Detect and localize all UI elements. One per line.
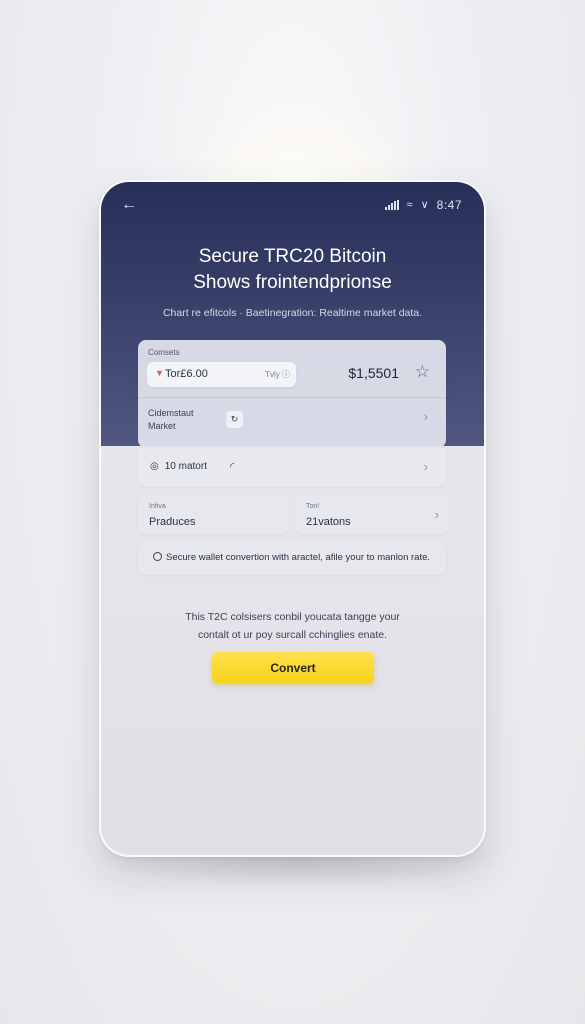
refresh-icon[interactable]: ↻ — [226, 411, 243, 428]
description-line-2: contalt ot ur poy surcall cchinglies ena… — [197, 629, 388, 641]
products-box[interactable]: Infiva Praduces — [138, 496, 289, 534]
chevron-right-icon[interactable]: › — [424, 459, 428, 474]
note-text: Secure wallet convertion with aractel, a… — [166, 552, 431, 563]
list-item[interactable]: ◎ 10 matort ◜ › — [138, 448, 446, 487]
box-value: Praduces — [149, 516, 196, 528]
wifi-icon: ≈ — [406, 199, 413, 211]
box-caption: Infiva — [149, 503, 166, 510]
page-title: Secure TRC20 Bitcoin Shows frointendprio… — [101, 244, 484, 296]
page-subtitle: Chart re efitcols · Baetinegration: Real… — [162, 307, 423, 319]
box-caption: Ton! — [306, 503, 320, 510]
token-select[interactable]: ▼ Tor£6.00 Tvly ⓘ — [147, 362, 296, 387]
token-hint: Tvly ⓘ — [265, 370, 290, 379]
app-screen: ← ≈ ∨ 8:47 Secure TRC20 Bitcoin Shows fr… — [101, 182, 484, 855]
circle-icon — [153, 552, 162, 561]
convert-button[interactable]: Convert — [212, 652, 374, 683]
tokens-box[interactable]: Ton! 21vatons › — [295, 496, 449, 534]
clock-time: 8:47 — [436, 198, 462, 212]
status-icons: ≈ ∨ 8:47 — [384, 198, 462, 212]
back-arrow-icon[interactable]: ← — [121, 196, 137, 214]
card-divider — [138, 397, 446, 398]
converter-card: Comsets ▼ Tor£6.00 Tvly ⓘ $1,5501 ☆ Cide… — [138, 340, 446, 448]
phone-device: ← ≈ ∨ 8:47 Secure TRC20 Bitcoin Shows fr… — [99, 180, 486, 857]
signal-icon — [384, 200, 399, 210]
title-line-2: Shows frointendprionse — [193, 272, 392, 293]
description-line-1: This T2C colsisers conbil youcata tangge… — [185, 611, 400, 623]
box-value: 21vatons — [306, 516, 351, 528]
dropdown-icon: ∨ — [420, 199, 429, 211]
token-marker-icon: ▼ — [155, 368, 164, 378]
chevron-right-icon[interactable]: › — [424, 409, 428, 424]
converted-value: $1,5501 — [348, 365, 399, 381]
title-line-1: Secure TRC20 Bitcoin — [198, 246, 387, 267]
loading-icon: ◜ — [230, 461, 235, 473]
status-bar: ← ≈ ∨ 8:47 — [101, 196, 484, 216]
market-label: Cidemstaut Market — [148, 408, 194, 431]
token-name: Tor£6.00 — [165, 368, 208, 380]
chevron-right-icon[interactable]: › — [435, 507, 439, 522]
description: This T2C colsisers conbil youcata tangge… — [101, 608, 484, 644]
row-label: ◎ 10 matort — [150, 461, 207, 472]
location-icon: ◎ — [150, 461, 159, 472]
info-icon: ⓘ — [282, 370, 290, 379]
info-note: Secure wallet convertion with aractel, a… — [138, 542, 446, 575]
card-label: Comsets — [148, 348, 180, 357]
star-icon[interactable]: ☆ — [415, 362, 430, 382]
